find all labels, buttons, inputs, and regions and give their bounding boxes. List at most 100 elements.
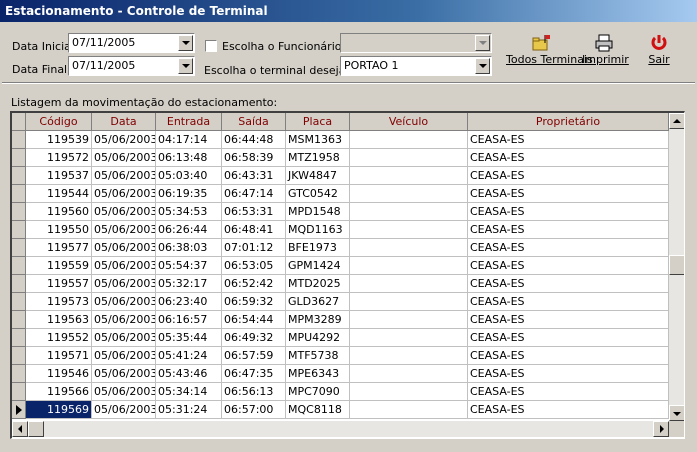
terminal-dropdown-icon[interactable] [475,58,490,74]
cell-saida[interactable]: 07:01:12 [222,239,286,257]
cell-placa[interactable]: MPM3289 [286,311,350,329]
scroll-down-button[interactable] [669,405,684,421]
cell-data[interactable]: 05/06/2003 [92,185,156,203]
cell-entrada[interactable]: 05:03:40 [156,167,222,185]
cell-saida[interactable]: 06:53:31 [222,203,286,221]
cell-veiculo[interactable] [350,275,468,293]
cell-veiculo[interactable] [350,203,468,221]
cell-saida[interactable]: 06:57:00 [222,401,286,419]
cell-placa[interactable]: MPU4292 [286,329,350,347]
cell-proprietario[interactable]: CEASA-ES [468,131,669,149]
cell-placa[interactable]: MTZ1958 [286,149,350,167]
all-terminals-button[interactable]: Todos Terminais [506,34,593,66]
cell-codigo[interactable]: 119571 [26,347,92,365]
column-header-veiculo[interactable]: Veículo [350,113,468,131]
row-indicator[interactable] [12,167,26,185]
horizontal-scrollbar[interactable] [12,421,669,437]
cell-entrada[interactable]: 05:34:53 [156,203,222,221]
cell-veiculo[interactable] [350,347,468,365]
cell-proprietario[interactable]: CEASA-ES [468,365,669,383]
row-indicator[interactable] [12,131,26,149]
cell-data[interactable]: 05/06/2003 [92,329,156,347]
cell-placa[interactable]: MPE6343 [286,365,350,383]
cell-data[interactable]: 05/06/2003 [92,149,156,167]
scroll-up-button[interactable] [669,113,684,129]
cell-data[interactable]: 05/06/2003 [92,257,156,275]
cell-codigo[interactable]: 119546 [26,365,92,383]
cell-veiculo[interactable] [350,221,468,239]
cell-entrada[interactable]: 05:34:14 [156,383,222,401]
cell-codigo[interactable]: 119557 [26,275,92,293]
cell-veiculo[interactable] [350,401,468,419]
cell-codigo[interactable]: 119559 [26,257,92,275]
movements-grid[interactable]: Código Data Entrada Saída Placa Veículo … [10,111,685,439]
cell-saida[interactable]: 06:48:41 [222,221,286,239]
row-indicator[interactable] [12,293,26,311]
cell-veiculo[interactable] [350,131,468,149]
employee-dropdown-icon[interactable] [475,35,490,51]
row-indicator[interactable] [12,185,26,203]
cell-veiculo[interactable] [350,239,468,257]
cell-saida[interactable]: 06:49:32 [222,329,286,347]
cell-placa[interactable]: MTF5738 [286,347,350,365]
cell-data[interactable]: 05/06/2003 [92,365,156,383]
cell-proprietario[interactable]: CEASA-ES [468,203,669,221]
cell-saida[interactable]: 06:59:32 [222,293,286,311]
cell-veiculo[interactable] [350,383,468,401]
cell-codigo[interactable]: 119552 [26,329,92,347]
cell-proprietario[interactable]: CEASA-ES [468,257,669,275]
cell-proprietario[interactable]: CEASA-ES [468,329,669,347]
cell-data[interactable]: 05/06/2003 [92,131,156,149]
cell-proprietario[interactable]: CEASA-ES [468,401,669,419]
cell-saida[interactable]: 06:47:35 [222,365,286,383]
cell-entrada[interactable]: 06:26:44 [156,221,222,239]
cell-codigo[interactable]: 119539 [26,131,92,149]
cell-placa[interactable]: MPC7090 [286,383,350,401]
cell-data[interactable]: 05/06/2003 [92,311,156,329]
cell-veiculo[interactable] [350,311,468,329]
row-indicator[interactable] [12,149,26,167]
vertical-scroll-thumb[interactable] [669,255,684,275]
cell-entrada[interactable]: 05:31:24 [156,401,222,419]
cell-entrada[interactable]: 06:19:35 [156,185,222,203]
cell-placa[interactable]: MQD1163 [286,221,350,239]
scroll-right-button[interactable] [653,421,669,437]
cell-saida[interactable]: 06:52:42 [222,275,286,293]
cell-placa[interactable]: MPD1548 [286,203,350,221]
row-indicator[interactable] [12,221,26,239]
row-indicator[interactable] [12,203,26,221]
column-header-proprietario[interactable]: Proprietário [468,113,669,131]
cell-entrada[interactable]: 06:13:48 [156,149,222,167]
cell-codigo[interactable]: 119577 [26,239,92,257]
cell-veiculo[interactable] [350,293,468,311]
cell-veiculo[interactable] [350,257,468,275]
cell-data[interactable]: 05/06/2003 [92,239,156,257]
end-date-picker[interactable]: 07/11/2005 [68,56,195,76]
cell-proprietario[interactable]: CEASA-ES [468,167,669,185]
start-date-dropdown-icon[interactable] [178,35,193,51]
column-header-saida[interactable]: Saída [222,113,286,131]
employee-select[interactable] [340,33,492,53]
cell-veiculo[interactable] [350,365,468,383]
cell-codigo[interactable]: 119544 [26,185,92,203]
cell-entrada[interactable]: 06:23:40 [156,293,222,311]
cell-placa[interactable]: MTD2025 [286,275,350,293]
cell-entrada[interactable]: 05:41:24 [156,347,222,365]
cell-data[interactable]: 05/06/2003 [92,221,156,239]
cell-placa[interactable]: GLD3627 [286,293,350,311]
cell-codigo[interactable]: 119572 [26,149,92,167]
cell-entrada[interactable]: 06:38:03 [156,239,222,257]
cell-veiculo[interactable] [350,329,468,347]
cell-saida[interactable]: 06:44:48 [222,131,286,149]
row-indicator[interactable] [12,311,26,329]
cell-entrada[interactable]: 05:43:46 [156,365,222,383]
cell-data[interactable]: 05/06/2003 [92,383,156,401]
cell-proprietario[interactable]: CEASA-ES [468,149,669,167]
cell-data[interactable]: 05/06/2003 [92,401,156,419]
cell-proprietario[interactable]: CEASA-ES [468,293,669,311]
employee-checkbox[interactable] [205,40,217,52]
cell-codigo[interactable]: 119566 [26,383,92,401]
cell-saida[interactable]: 06:56:13 [222,383,286,401]
row-indicator[interactable] [12,329,26,347]
cell-codigo[interactable]: 119537 [26,167,92,185]
